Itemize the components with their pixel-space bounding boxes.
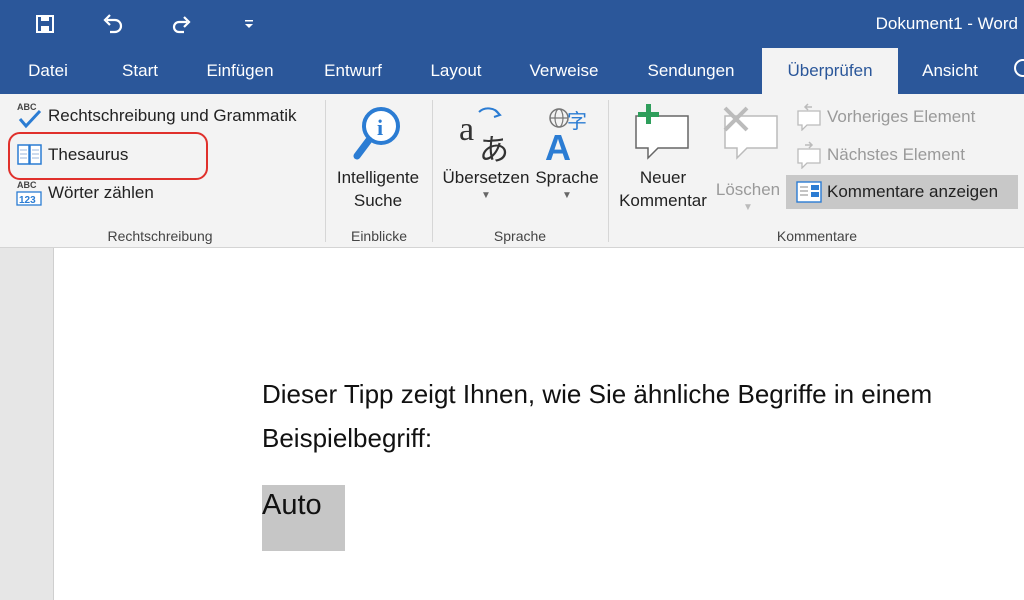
language-icon: 字A bbox=[545, 108, 587, 166]
previous-comment-icon bbox=[795, 102, 823, 132]
dropdown-caret-icon: ▼ bbox=[562, 190, 572, 201]
lightbulb-icon[interactable] bbox=[1012, 58, 1024, 84]
new-comment-label-2: Kommentar bbox=[619, 191, 707, 210]
spelling-check-icon: ABC bbox=[16, 101, 44, 131]
translate-icon: aあ bbox=[459, 107, 509, 166]
spelling-grammar-label: Rechtschreibung und Grammatik bbox=[48, 106, 297, 125]
spelling-grammar-button[interactable]: ABC Rechtschreibung und Grammatik bbox=[16, 101, 297, 131]
dropdown-caret-icon: ▼ bbox=[743, 202, 753, 213]
group-divider bbox=[608, 100, 609, 242]
previous-comment-label: Vorheriges Element bbox=[827, 107, 976, 126]
show-comments-button[interactable]: Kommentare anzeigen bbox=[786, 175, 1018, 209]
svg-text:i: i bbox=[377, 115, 383, 140]
tab-layout[interactable]: Layout bbox=[420, 48, 492, 94]
group-divider bbox=[325, 100, 326, 242]
show-comments-label: Kommentare anzeigen bbox=[827, 182, 999, 201]
left-margin bbox=[0, 248, 54, 600]
word-count-label: Wörter zählen bbox=[48, 183, 154, 202]
delete-comment-button[interactable]: Löschen ▼ bbox=[712, 98, 784, 215]
tab-start[interactable]: Start bbox=[110, 48, 170, 94]
translate-label: Übersetzen bbox=[442, 168, 530, 187]
language-label: Sprache bbox=[535, 168, 599, 187]
thesaurus-highlight-ring bbox=[8, 132, 208, 180]
next-comment-button[interactable]: Nächstes Element bbox=[795, 140, 965, 170]
next-comment-icon bbox=[795, 140, 823, 170]
new-comment-label-1: Neuer bbox=[639, 168, 687, 187]
window-title: Dokument1 - Word bbox=[875, 14, 1018, 33]
tab-einfuegen[interactable]: Einfügen bbox=[196, 48, 284, 94]
tab-ansicht[interactable]: Ansicht bbox=[912, 48, 988, 94]
word-count-button[interactable]: ABC 123 Wörter zählen bbox=[16, 178, 154, 208]
svg-text:A: A bbox=[545, 127, 571, 166]
svg-text:ABC: ABC bbox=[17, 180, 37, 190]
next-comment-label: Nächstes Element bbox=[827, 145, 965, 164]
tab-datei[interactable]: Datei bbox=[10, 48, 86, 94]
svg-text:ABC: ABC bbox=[17, 102, 37, 112]
smart-lookup-label-2: Suche bbox=[353, 191, 403, 210]
previous-comment-button[interactable]: Vorheriges Element bbox=[795, 102, 975, 132]
svg-text:123: 123 bbox=[19, 195, 36, 206]
show-comments-icon bbox=[795, 177, 823, 207]
magnifier-info-icon: i bbox=[353, 107, 400, 160]
dropdown-caret-icon: ▼ bbox=[481, 190, 491, 201]
undo-icon[interactable] bbox=[97, 8, 129, 40]
delete-comment-icon bbox=[723, 106, 778, 160]
tab-verweise[interactable]: Verweise bbox=[520, 48, 608, 94]
svg-text:a: a bbox=[459, 111, 474, 148]
tab-entwurf[interactable]: Entwurf bbox=[314, 48, 392, 94]
group-label-einblicke: Einblicke bbox=[350, 228, 408, 244]
document-text-line-2[interactable]: Beispielbegriff: bbox=[262, 423, 432, 454]
group-label-kommentare: Kommentare bbox=[776, 228, 858, 244]
smart-lookup-button[interactable]: i Intelligente Suche bbox=[330, 98, 426, 212]
redo-icon[interactable] bbox=[165, 8, 197, 40]
ribbon-tab-bar: Datei Start Einfügen Entwurf Layout Verw… bbox=[0, 48, 1024, 94]
new-comment-icon bbox=[635, 104, 689, 160]
delete-comment-label: Löschen bbox=[715, 180, 781, 199]
language-button[interactable]: 字A Sprache ▼ bbox=[532, 98, 602, 203]
tab-ueberpruefen[interactable]: Überprüfen bbox=[762, 48, 898, 94]
save-icon[interactable] bbox=[29, 8, 61, 40]
tab-sendungen[interactable]: Sendungen bbox=[636, 48, 746, 94]
document-page[interactable]: Dieser Tipp zeigt Ihnen, wie Sie ähnlich… bbox=[54, 248, 1024, 600]
selected-word[interactable]: Auto bbox=[262, 489, 322, 522]
title-bar: Dokument1 - Word bbox=[0, 0, 1024, 48]
group-label-sprache: Sprache bbox=[493, 228, 547, 244]
word-count-icon: ABC 123 bbox=[16, 178, 44, 208]
new-comment-button[interactable]: Neuer Kommentar bbox=[614, 98, 712, 212]
customize-qat-icon[interactable] bbox=[233, 8, 265, 40]
group-label-rechtschreibung: Rechtschreibung bbox=[107, 228, 213, 244]
group-divider bbox=[432, 100, 433, 242]
selected-word-highlight[interactable]: Auto bbox=[262, 485, 345, 551]
smart-lookup-label-1: Intelligente bbox=[336, 168, 420, 187]
document-text-line-1[interactable]: Dieser Tipp zeigt Ihnen, wie Sie ähnlich… bbox=[262, 379, 932, 410]
translate-button[interactable]: aあ Übersetzen ▼ bbox=[440, 98, 532, 203]
svg-text:あ: あ bbox=[479, 133, 509, 166]
